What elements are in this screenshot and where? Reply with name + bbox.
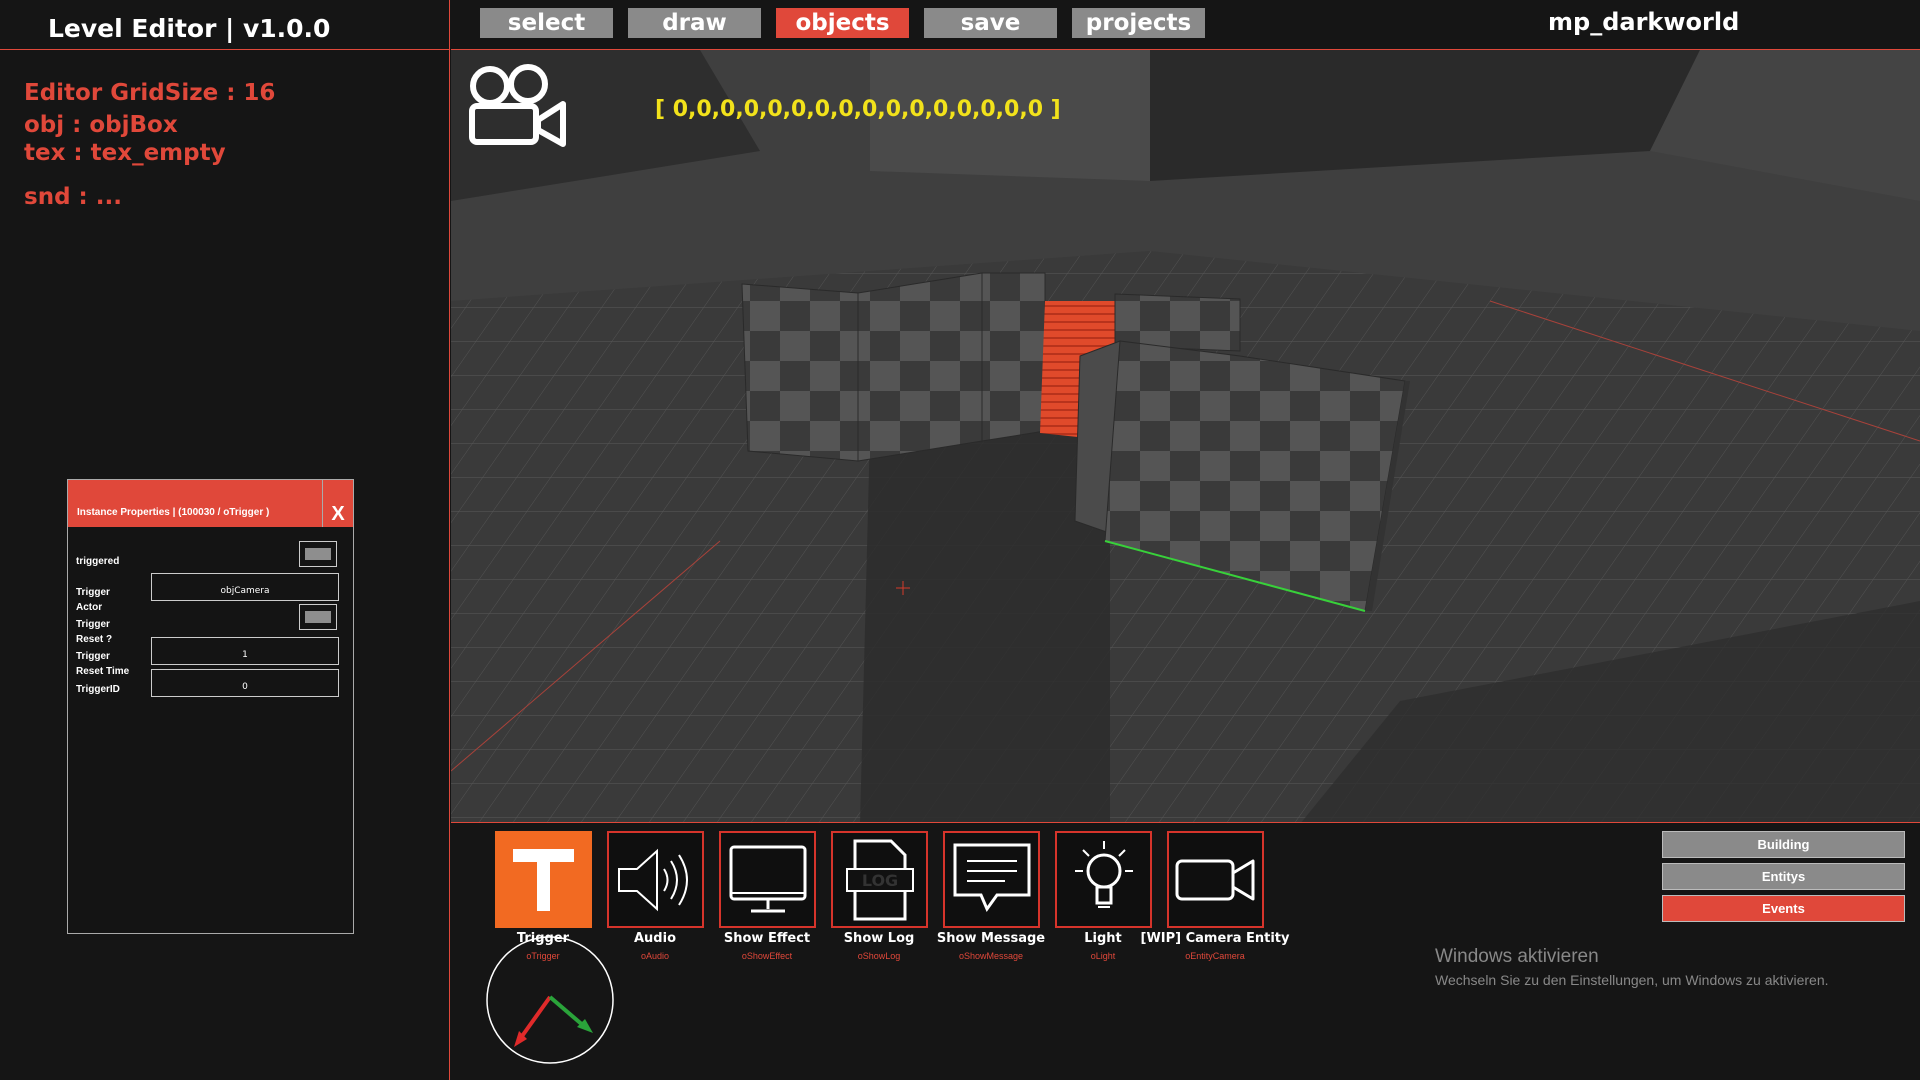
entity-object-name: oShowLog bbox=[857, 951, 901, 961]
entity-label: Light bbox=[1084, 931, 1122, 946]
trigger-id-field[interactable]: 0 bbox=[151, 669, 339, 697]
entity-light-button[interactable] bbox=[1055, 831, 1152, 928]
entity-trigger-button[interactable] bbox=[495, 831, 592, 928]
entity-label: Audio bbox=[633, 931, 677, 946]
dialog-header: Instance Properties | (100030 / oTrigger… bbox=[68, 480, 353, 527]
3d-viewport[interactable] bbox=[451, 49, 1920, 823]
trigger-reset-checkbox[interactable] bbox=[299, 604, 337, 630]
message-icon bbox=[953, 843, 1031, 913]
lightbulb-icon bbox=[1075, 841, 1133, 908]
menu-save-button[interactable]: save bbox=[924, 8, 1057, 38]
trigger-reset-time-field[interactable]: 1 bbox=[151, 637, 339, 665]
dialog-title: Instance Properties | (100030 / oTrigger… bbox=[77, 507, 270, 518]
log-icon: LOG bbox=[846, 839, 914, 921]
close-button[interactable]: X bbox=[322, 480, 353, 527]
coordinate-readout: [ 0,0,0,0,0,0,0,0,0,0,0,0,0,0,0,0 ] bbox=[655, 97, 1061, 122]
obj-info: obj : objBox bbox=[24, 112, 178, 138]
triggered-checkbox[interactable] bbox=[299, 541, 337, 567]
monitor-icon bbox=[729, 845, 807, 913]
video-camera-icon bbox=[1175, 859, 1255, 901]
left-panel: Level Editor | v1.0.0 Editor GridSize : … bbox=[0, 0, 450, 1080]
entity-object-name: oShowMessage bbox=[958, 951, 1024, 961]
entity-show-message-button[interactable] bbox=[943, 831, 1040, 928]
trigger-reset-time-label: Trigger Reset Time bbox=[76, 651, 130, 677]
entity-show-effect-button[interactable] bbox=[719, 831, 816, 928]
map-name: mp_darkworld bbox=[1548, 8, 1740, 36]
trigger-id-label: TriggerID bbox=[76, 684, 120, 695]
entity-audio-button[interactable] bbox=[607, 831, 704, 928]
menu-select-button[interactable]: select bbox=[480, 8, 613, 38]
instance-properties-dialog: Instance Properties | (100030 / oTrigger… bbox=[67, 479, 354, 934]
entity-object-name: oShowEffect bbox=[741, 951, 793, 961]
snd-info: snd : ... bbox=[24, 184, 122, 210]
trigger-actor-field[interactable]: objCamera bbox=[151, 573, 339, 601]
entity-object-name: oLight bbox=[1090, 951, 1116, 961]
windows-activation-title: Windows aktivieren bbox=[1435, 946, 1599, 967]
entity-label: Show Message bbox=[936, 931, 1046, 946]
gridsize-info: Editor GridSize : 16 bbox=[24, 80, 276, 106]
tex-info: tex : tex_empty bbox=[24, 140, 226, 166]
triggered-label: triggered bbox=[76, 556, 120, 567]
entity-label: [WIP] Camera Entity bbox=[1140, 931, 1290, 946]
menu-projects-button[interactable]: projects bbox=[1072, 8, 1205, 38]
entity-show-log-button[interactable]: LOG bbox=[831, 831, 928, 928]
category-events-button[interactable]: Events bbox=[1662, 895, 1905, 922]
menu-draw-button[interactable]: draw bbox=[628, 8, 761, 38]
entity-label: Show Log bbox=[843, 931, 915, 946]
entity-label: Show Effect bbox=[723, 931, 811, 946]
svg-text:LOG: LOG bbox=[862, 871, 898, 890]
orientation-gizmo-icon bbox=[486, 936, 614, 1064]
app-title: Level Editor | v1.0.0 bbox=[48, 14, 331, 43]
camera-icon[interactable] bbox=[468, 64, 568, 148]
trigger-actor-label: Trigger Actor bbox=[76, 587, 110, 613]
trigger-icon bbox=[513, 849, 574, 911]
menu-objects-button[interactable]: objects bbox=[776, 8, 909, 38]
entity-camera-button[interactable] bbox=[1167, 831, 1264, 928]
title-divider bbox=[0, 49, 450, 50]
speaker-icon bbox=[618, 848, 688, 912]
scene-render bbox=[451, 50, 1920, 822]
windows-activation-subtitle: Wechseln Sie zu den Einstellungen, um Wi… bbox=[1435, 972, 1829, 988]
category-entitys-button[interactable]: Entitys bbox=[1662, 863, 1905, 890]
entity-object-name: oEntityCamera bbox=[1185, 951, 1245, 961]
trigger-reset-label: Trigger Reset ? bbox=[76, 619, 113, 645]
category-building-button[interactable]: Building bbox=[1662, 831, 1905, 858]
entity-object-name: oAudio bbox=[640, 951, 670, 961]
